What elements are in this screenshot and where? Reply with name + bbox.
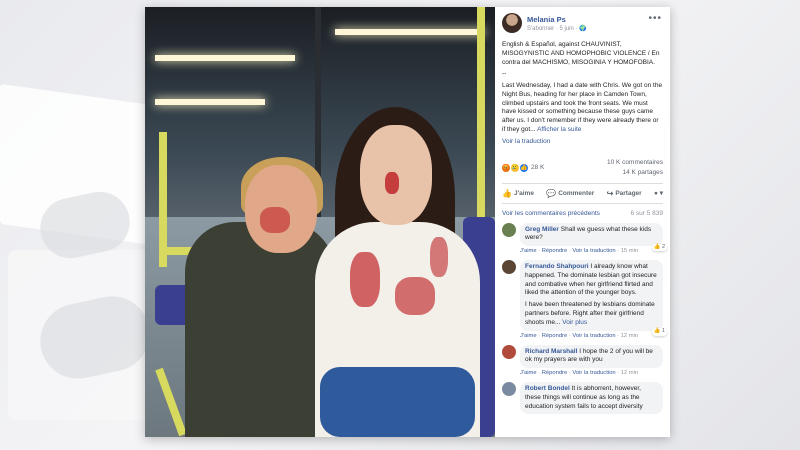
comment-reply-link[interactable]: Répondre xyxy=(542,333,567,339)
reactions-summary: 😡 😢 👍 28 K 10 K commentaires 14 K partag… xyxy=(502,158,663,176)
shares-count[interactable]: 14 K partages xyxy=(607,168,663,177)
comment-translate-link[interactable]: Voir la traduction xyxy=(572,248,615,254)
comment-translate-link[interactable]: Voir la traduction xyxy=(572,333,615,339)
thumbs-up-icon: 👍 xyxy=(502,188,512,198)
like-label: J'aime xyxy=(513,189,534,197)
comment-item: Robert Bondel It is abhorrent, however, … xyxy=(502,382,663,415)
comment-reply-link[interactable]: Répondre xyxy=(542,248,567,254)
post-panel: Melania Ps S'abonner · 5 juin · 🌍 ••• En… xyxy=(495,7,670,437)
commenter-avatar[interactable] xyxy=(502,260,516,275)
yellow-pole xyxy=(477,7,485,217)
comment-time: 12 min xyxy=(620,370,639,377)
comment-label: Commenter xyxy=(558,189,595,197)
blood-stain xyxy=(385,172,399,194)
post-body: Last Wednesday, I had a date with Chris.… xyxy=(502,82,663,133)
commenter-name[interactable]: Robert Bondel xyxy=(525,385,570,392)
post-photo[interactable] xyxy=(145,7,495,437)
like-reaction-icon: 👍 xyxy=(520,163,528,172)
share-icon: ↪ xyxy=(606,188,614,198)
comment-button[interactable]: 💬 Commenter xyxy=(546,189,594,198)
comment-time: 12 min xyxy=(620,332,639,339)
blood-stain xyxy=(395,277,435,315)
woman-right-jeans xyxy=(320,367,475,437)
comment-actions: J'aime · Répondre · Voir la traduction ·… xyxy=(520,248,639,255)
author-name[interactable]: Melania Ps xyxy=(527,15,587,24)
comment-item: Greg Miller Shall we guess what these ki… xyxy=(502,222,667,255)
comment-bubble: Greg Miller Shall we guess what these ki… xyxy=(520,222,667,252)
comment-reaction-count: 1 xyxy=(661,328,665,335)
comment-reaction-count: 2 xyxy=(661,243,665,250)
comment-actions: J'aime · Répondre · Voir la traduction ·… xyxy=(520,370,639,377)
sad-reaction-icon: 😢 xyxy=(511,163,519,172)
comment-reaction-badge[interactable]: 👍 1 xyxy=(651,328,667,336)
commenter-avatar[interactable] xyxy=(502,382,516,397)
author-avatar[interactable] xyxy=(502,13,522,33)
comment-translate-link[interactable]: Voir la traduction xyxy=(572,370,615,376)
comment-bubble: Fernando Shahpouri I already know what h… xyxy=(520,260,667,336)
comment-text-continued: I have been threatened by lesbians domin… xyxy=(525,301,655,326)
blood-stain xyxy=(260,207,290,233)
comment-like-link[interactable]: J'aime xyxy=(520,370,537,376)
commenter-name[interactable]: Fernando Shahpouri xyxy=(525,263,589,270)
angry-reaction-icon: 😡 xyxy=(502,163,510,172)
commenter-name[interactable]: Greg Miller xyxy=(525,226,559,233)
woman-left-body xyxy=(185,222,335,437)
see-more-link[interactable]: Afficher la suite xyxy=(537,126,581,133)
post-separator: -- xyxy=(502,70,507,78)
ceiling-light xyxy=(155,99,265,105)
comments-shown-count: 6 sur 5 839 xyxy=(630,209,663,217)
commenter-name[interactable]: Richard Marshall xyxy=(525,348,577,355)
comment-icon: 💬 xyxy=(546,188,557,198)
share-label: Partager xyxy=(615,189,642,197)
ceiling-light xyxy=(155,55,295,61)
like-button[interactable]: 👍 J'aime xyxy=(502,189,534,198)
comments-count[interactable]: 10 K commentaires xyxy=(607,158,663,167)
blood-stain xyxy=(350,252,380,307)
facebook-post-card: Melania Ps S'abonner · 5 juin · 🌍 ••• En… xyxy=(145,7,670,437)
comment-see-more-link[interactable]: Voir plus xyxy=(562,319,587,326)
post-header: Melania Ps S'abonner · 5 juin · 🌍 xyxy=(502,13,663,33)
post-text: English & Español, against CHAUVINIST, M… xyxy=(502,41,663,146)
previous-comments-row: Voir les commentaires précédents 6 sur 5… xyxy=(502,210,663,217)
comment-reply-link[interactable]: Répondre xyxy=(542,370,567,376)
share-button[interactable]: ↪ Partager xyxy=(607,189,642,198)
audience-selector[interactable]: ● ▾ xyxy=(654,189,663,198)
blood-stain xyxy=(430,237,448,277)
comment-bubble: Robert Bondel It is abhorrent, however, … xyxy=(520,382,663,415)
reactions-count[interactable]: 28 K xyxy=(531,164,544,171)
comment-item: Richard Marshall I hope the 2 of you wil… xyxy=(502,344,663,377)
commenter-avatar[interactable] xyxy=(502,222,516,237)
comment-actions: J'aime · Répondre · Voir la traduction ·… xyxy=(520,332,639,339)
post-bio: English & Español, against CHAUVINIST, M… xyxy=(502,41,660,66)
comment-time: 15 min xyxy=(620,248,639,255)
more-options-icon[interactable]: ••• xyxy=(648,13,662,24)
post-meta: S'abonner · 5 juin · 🌍 xyxy=(527,25,587,32)
previous-comments-link[interactable]: Voir les commentaires précédents xyxy=(502,210,600,217)
comment-like-link[interactable]: J'aime xyxy=(520,248,537,254)
comment-reaction-badge[interactable]: 👍 2 xyxy=(651,243,667,252)
comment-item: Fernando Shahpouri I already know what h… xyxy=(502,260,667,339)
comment-bubble: Richard Marshall I hope the 2 of you wil… xyxy=(520,344,663,369)
comment-like-link[interactable]: J'aime xyxy=(520,333,537,339)
post-actions: 👍 J'aime 💬 Commenter ↪ Partager ● ▾ xyxy=(502,182,663,204)
ceiling-light xyxy=(335,29,485,35)
commenter-avatar[interactable] xyxy=(502,344,516,359)
translate-link[interactable]: Voir la traduction xyxy=(502,138,663,147)
